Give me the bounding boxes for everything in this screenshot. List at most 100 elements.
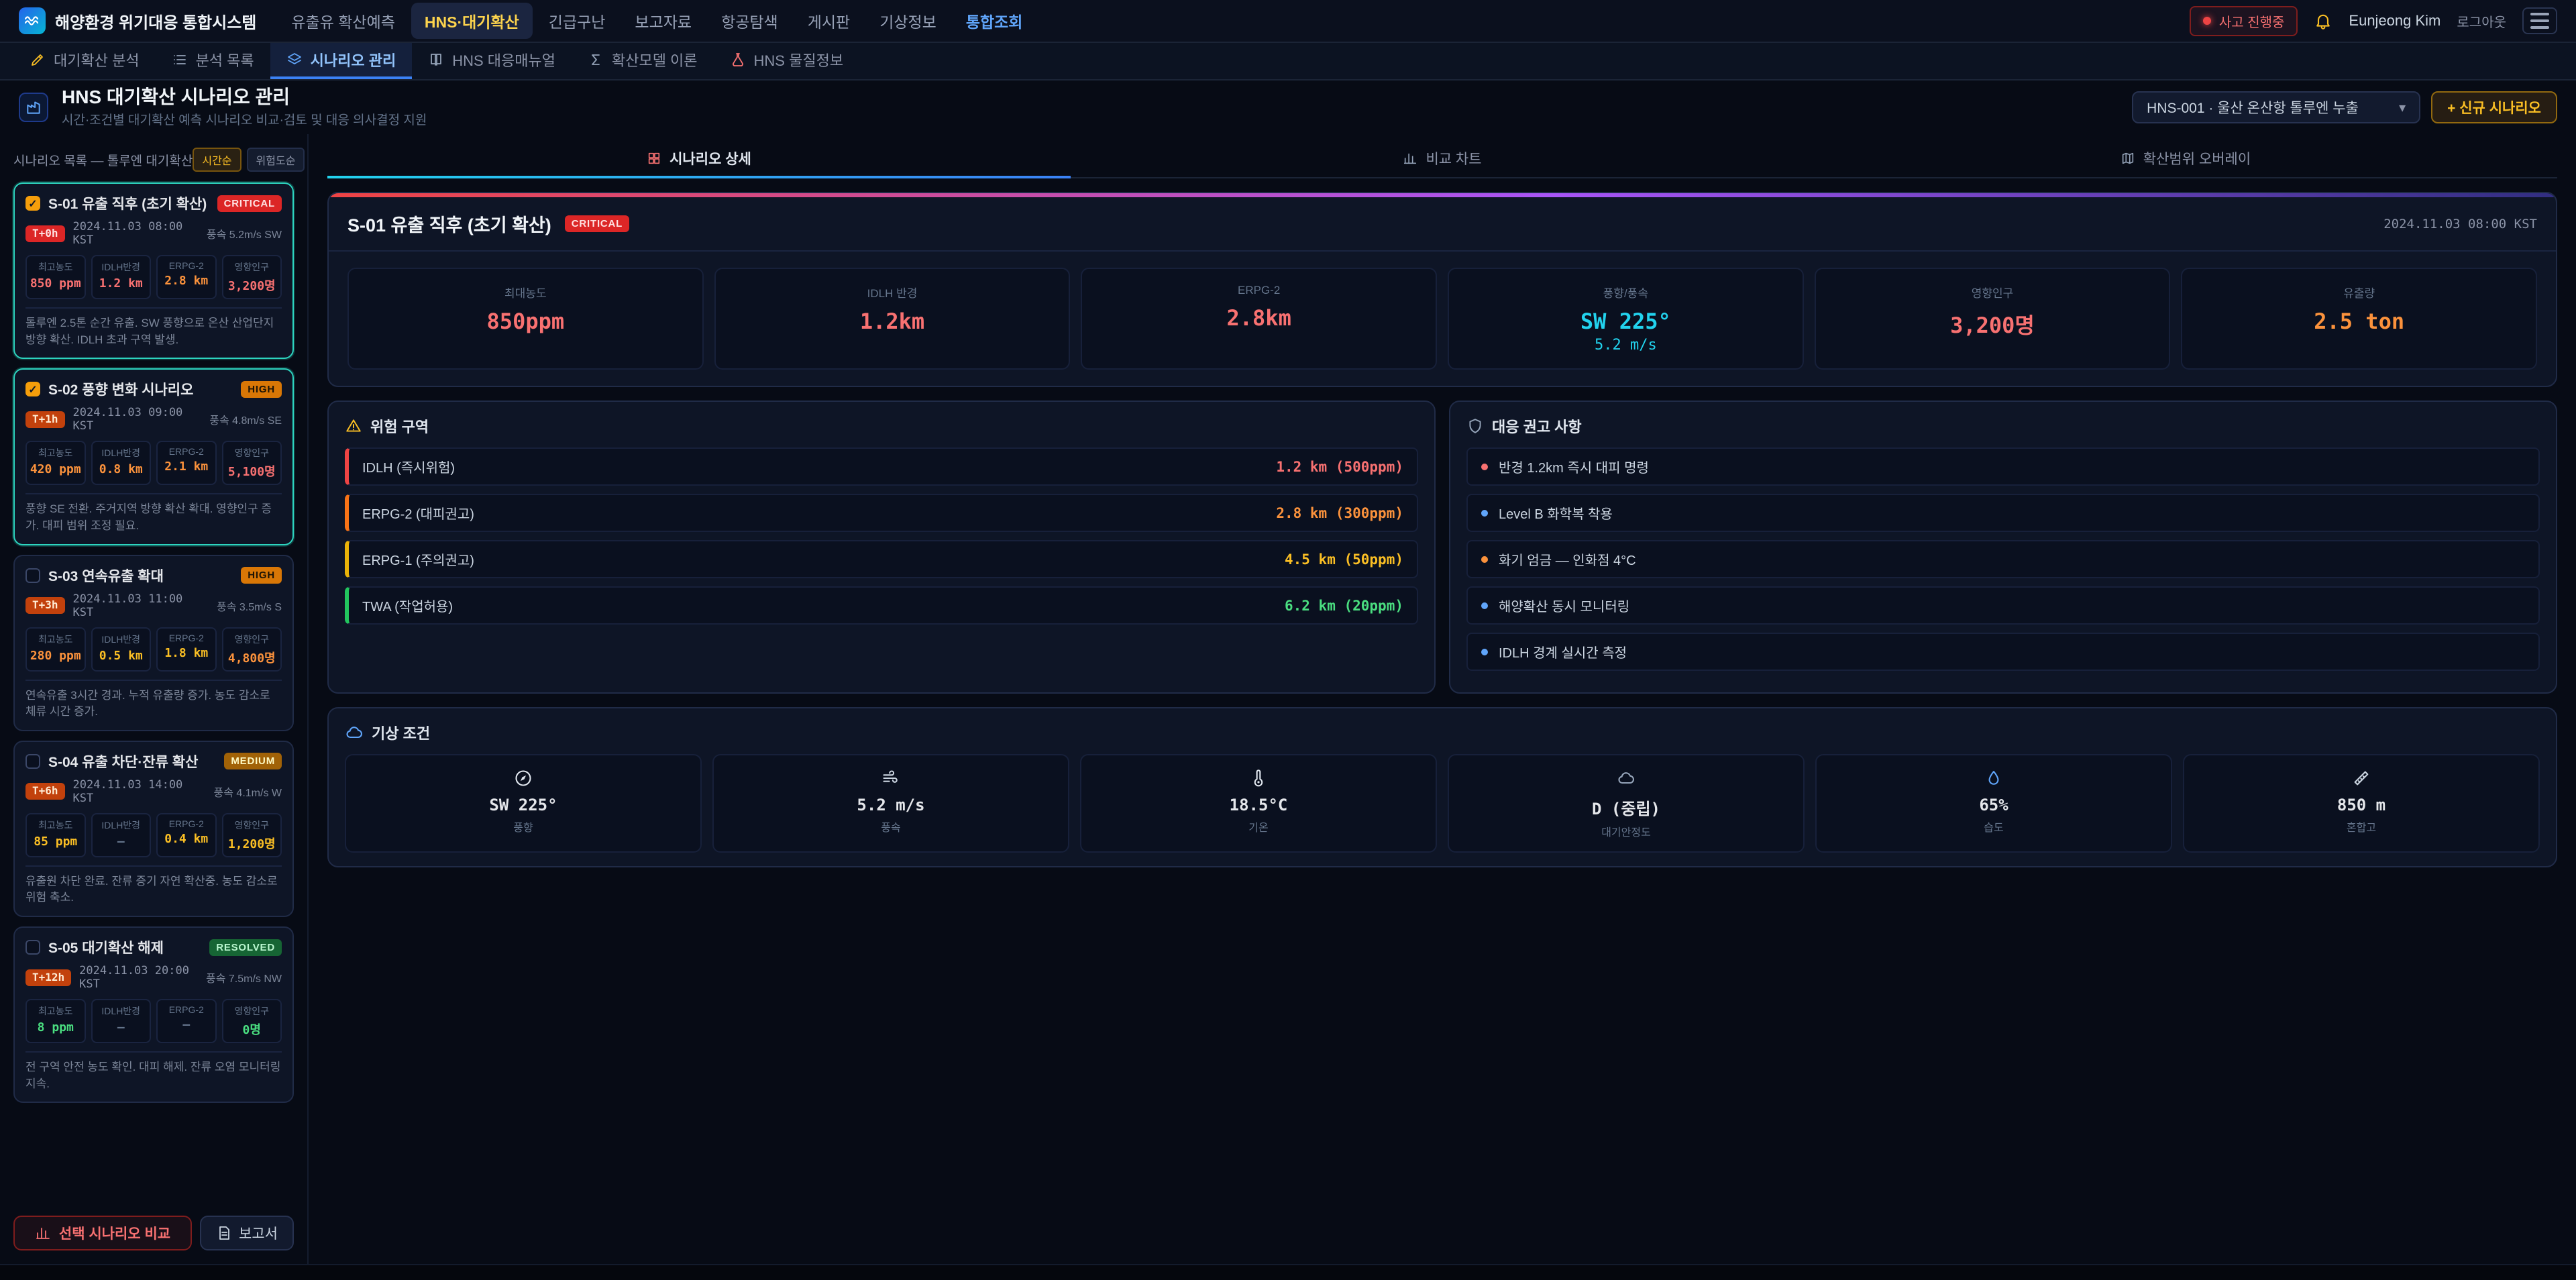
time-offset-badge: T+1h xyxy=(25,411,65,428)
content-tab-label: 시나리오 상세 xyxy=(669,148,751,168)
scenario-wind: 풍속 3.5m/s S xyxy=(217,598,282,614)
warning-icon xyxy=(345,417,362,435)
recommendation-item: 해양확산 동시 모니터링 xyxy=(1466,586,2540,625)
menu-icon[interactable] xyxy=(2522,7,2557,34)
bullet-dot-icon xyxy=(1481,464,1488,470)
zone-label: ERPG-1 (주의권고) xyxy=(362,549,474,569)
sidebar-header: 시나리오 목록 — 톨루엔 대기확산 시간순 위험도순 xyxy=(13,148,294,172)
zone-value: 2.8 km (300ppm) xyxy=(1276,505,1403,521)
recommendation-item: 반경 1.2km 즉시 대피 명령 xyxy=(1466,447,2540,486)
sub-nav-tab-label: HNS 물질정보 xyxy=(754,49,844,70)
pencil-icon xyxy=(30,52,46,68)
time-offset-badge: T+0h xyxy=(25,225,65,242)
scenario-card[interactable]: S-05 대기확산 해제 RESOLVED T+12h 2024.11.03 2… xyxy=(13,926,294,1103)
scenario-note: 전 구역 안전 농도 확인. 대피 해제. 잔류 오염 모니터링 지속. xyxy=(25,1051,282,1092)
content-tab[interactable]: 확산범위 오버레이 xyxy=(1814,140,2557,177)
bell-icon[interactable] xyxy=(2314,11,2332,30)
metric-max-concentration: 최고농도 420 ppm xyxy=(25,441,86,485)
logout-button[interactable]: 로그아웃 xyxy=(2457,11,2506,31)
scenario-datetime: 2024.11.03 14:00 KST xyxy=(73,778,206,805)
scenario-title: S-05 대기확산 해제 xyxy=(48,937,201,957)
weather-cell: D (중립) 대기안정도 xyxy=(1448,754,1805,853)
zone-label: IDLH (즉시위험) xyxy=(362,457,455,476)
sort-by-risk-chip[interactable]: 위험도순 xyxy=(247,148,305,172)
severity-badge: HIGH xyxy=(241,567,282,584)
sub-nav-tab[interactable]: 대기확산 분석 xyxy=(13,43,156,79)
app-logo-icon xyxy=(19,7,46,34)
scenario-note: 유출원 차단 완료. 잔류 증기 자연 확산중. 농도 감소로 위험 축소. xyxy=(25,865,282,906)
weather-title: 기상 조건 xyxy=(372,722,430,743)
content-tab[interactable]: 시나리오 상세 xyxy=(327,140,1071,177)
top-nav-item[interactable]: 유출유 확산예측 xyxy=(278,3,409,39)
wind-speed-icon xyxy=(719,767,1063,789)
top-nav-item[interactable]: 게시판 xyxy=(794,3,863,39)
scenario-checkbox[interactable] xyxy=(25,940,40,955)
scenario-card[interactable]: S-04 유출 차단·잔류 확산 MEDIUM T+6h 2024.11.03 … xyxy=(13,741,294,917)
scenario-card[interactable]: S-02 풍향 변화 시나리오 HIGH T+1h 2024.11.03 09:… xyxy=(13,368,294,545)
sub-nav-tab[interactable]: 시나리오 관리 xyxy=(270,43,413,79)
page-header-actions: HNS-001 · 울산 온산항 톨루엔 누출 + 신규 시나리오 xyxy=(2132,91,2557,123)
weather-label: 혼합고 xyxy=(2190,818,2533,835)
detail-header: S-01 유출 직후 (초기 확산) CRITICAL 2024.11.03 0… xyxy=(329,197,2556,252)
sub-nav-tab-label: HNS 대응매뉴얼 xyxy=(452,49,555,70)
weather-cell: 18.5°C 기온 xyxy=(1080,754,1437,853)
compare-scenarios-button[interactable]: 선택 시나리오 비교 xyxy=(13,1216,192,1250)
weather-label: 풍속 xyxy=(719,818,1063,835)
incident-select[interactable]: HNS-001 · 울산 온산항 톨루엔 누출 xyxy=(2132,91,2420,123)
detail-datetime: 2024.11.03 08:00 KST xyxy=(2383,217,2537,231)
weather-label: 풍향 xyxy=(352,818,695,835)
detail-grid-icon xyxy=(647,151,661,166)
weather-value: D (중립) xyxy=(1454,796,1798,819)
metric-population: 영향인구 1,200명 xyxy=(222,813,282,857)
time-offset-badge: T+6h xyxy=(25,783,65,800)
content-area: 시나리오 상세 비교 차트 확산범위 오버레이 S-01 유출 직후 (초기 확… xyxy=(309,134,2576,1264)
metric-idlh-radius: IDLH반경 — xyxy=(91,813,152,857)
top-nav-item[interactable]: 통합조회 xyxy=(953,3,1036,39)
scenario-card[interactable]: S-01 유출 직후 (초기 확산) CRITICAL T+0h 2024.11… xyxy=(13,182,294,359)
scenario-detail-card: S-01 유출 직후 (초기 확산) CRITICAL 2024.11.03 0… xyxy=(327,192,2557,387)
sort-by-time-chip[interactable]: 시간순 xyxy=(193,148,241,172)
shield-icon xyxy=(1466,417,1484,435)
sub-nav-tab[interactable]: HNS 물질정보 xyxy=(714,43,860,79)
metric-population: 영향인구 3,200명 xyxy=(222,255,282,299)
scenario-checkbox[interactable] xyxy=(25,754,40,769)
document-icon xyxy=(216,1225,232,1241)
weather-label: 습도 xyxy=(1822,818,2165,835)
sub-nav-tab[interactable]: 분석 목록 xyxy=(156,43,270,79)
top-nav-item[interactable]: 긴급구난 xyxy=(535,3,619,39)
top-nav-item[interactable]: 항공탐색 xyxy=(708,3,792,39)
recommendation-text: 반경 1.2km 즉시 대피 명령 xyxy=(1499,457,1649,476)
sub-nav-tab[interactable]: HNS 대응매뉴얼 xyxy=(412,43,572,79)
recommendation-item: Level B 화학복 착용 xyxy=(1466,494,2540,532)
sub-nav-tab[interactable]: 확산모델 이론 xyxy=(572,43,714,79)
user-name: Eunjeong Kim xyxy=(2349,12,2440,30)
sub-nav: 대기확산 분석 분석 목록 시나리오 관리 HNS 대응매뉴얼 확산모델 이론 … xyxy=(0,43,2576,81)
scenario-card[interactable]: S-03 연속유출 확대 HIGH T+3h 2024.11.03 11:00 … xyxy=(13,555,294,731)
zone-value: 6.2 km (20ppm) xyxy=(1285,598,1403,614)
content-tab[interactable]: 비교 차트 xyxy=(1071,140,1814,177)
scenario-checkbox[interactable] xyxy=(25,196,40,211)
new-scenario-button[interactable]: + 신규 시나리오 xyxy=(2431,91,2557,123)
top-nav-item[interactable]: HNS·대기확산 xyxy=(411,3,533,39)
recommendation-text: IDLH 경계 실시간 측정 xyxy=(1499,642,1627,661)
content-tab-label: 비교 차트 xyxy=(1426,148,1481,168)
zone-label: TWA (작업허용) xyxy=(362,596,453,615)
scenario-title: S-03 연속유출 확대 xyxy=(48,566,233,586)
panel-row: 위험 구역 IDLH (즉시위험) 1.2 km (500ppm) ERPG-2… xyxy=(327,401,2557,694)
scenario-checkbox[interactable] xyxy=(25,382,40,396)
top-nav-item[interactable]: 기상정보 xyxy=(866,3,950,39)
report-button[interactable]: 보고서 xyxy=(200,1216,294,1250)
metric-erpg2: ERPG-2 0.4 km xyxy=(156,813,217,857)
severity-badge: CRITICAL xyxy=(217,195,282,212)
sub-nav-tab-label: 확산모델 이론 xyxy=(612,49,698,70)
danger-zone-row: ERPG-2 (대피권고) 2.8 km (300ppm) xyxy=(345,494,1418,532)
humidity-icon xyxy=(1822,767,2165,789)
weather-label: 대기안정도 xyxy=(1454,823,1798,839)
danger-zones-title: 위험 구역 xyxy=(370,415,429,437)
top-nav-item[interactable]: 보고자료 xyxy=(621,3,705,39)
app-title: 해양환경 위기대응 통합시스템 xyxy=(55,9,256,33)
scenario-title: S-01 유출 직후 (초기 확산) xyxy=(48,193,209,213)
scenario-checkbox[interactable] xyxy=(25,568,40,583)
metric-idlh-radius: IDLH반경 — xyxy=(91,999,152,1043)
sort-chips: 시간순 위험도순 xyxy=(193,148,305,172)
